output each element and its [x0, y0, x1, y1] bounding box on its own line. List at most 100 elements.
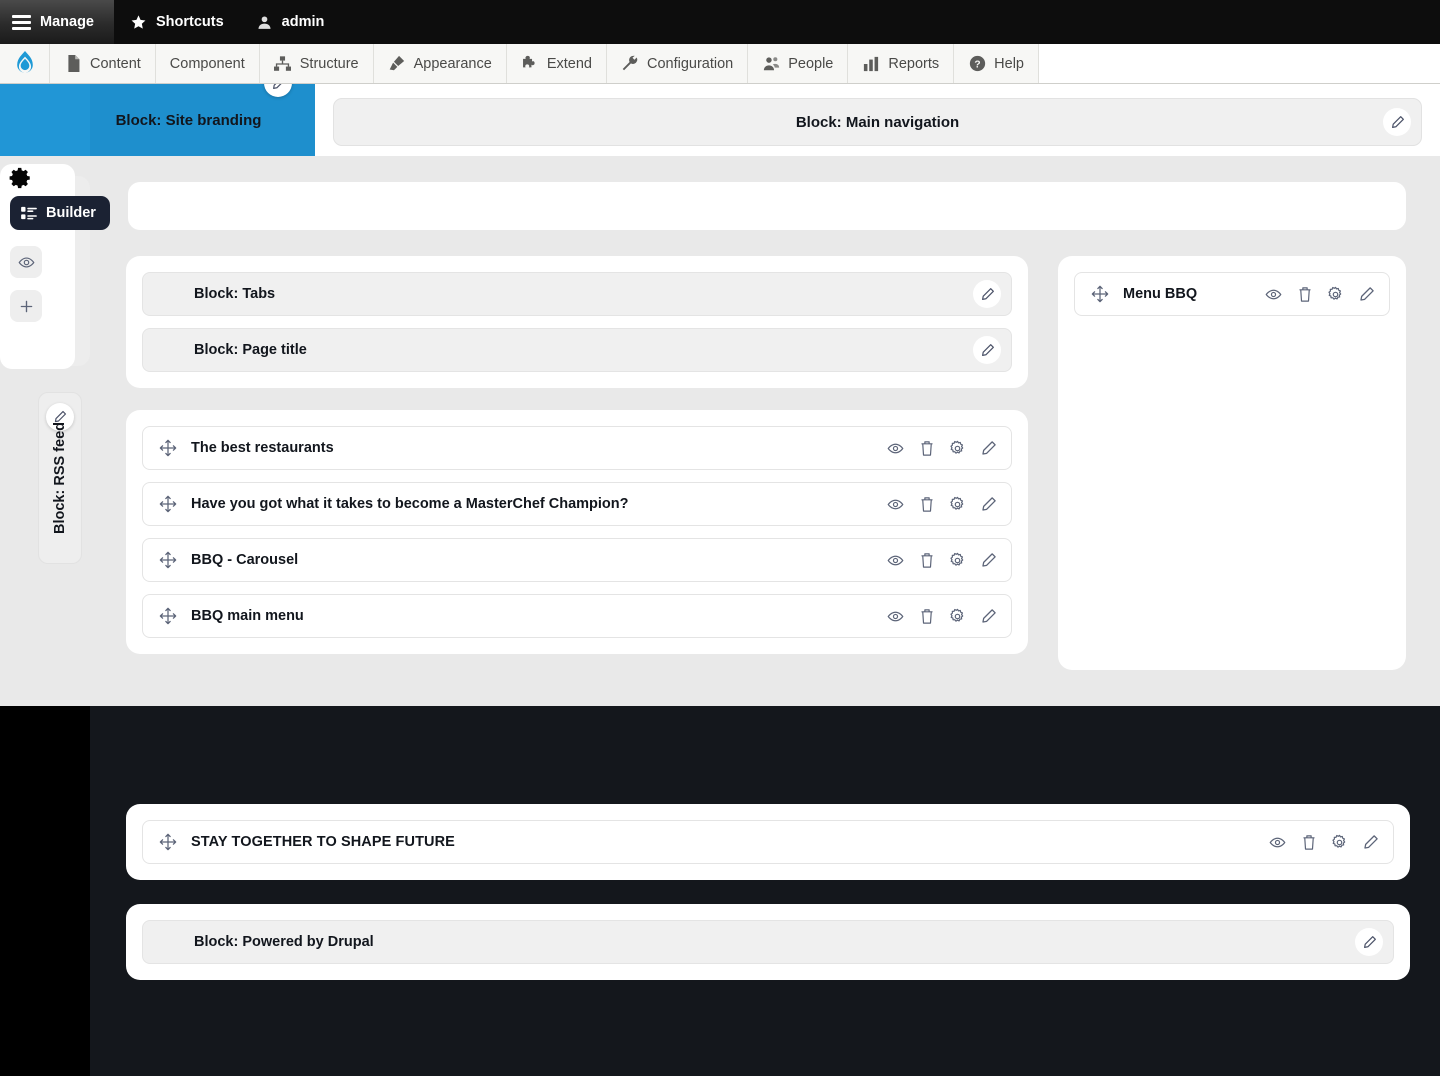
- footer-content: STAY TOGETHER TO SHAPE FUTURE Block: Pow…: [90, 706, 1440, 1076]
- component-row[interactable]: Menu BBQ: [1074, 272, 1390, 316]
- component-row-label: STAY TOGETHER TO SHAPE FUTURE: [191, 834, 455, 850]
- move-icon[interactable]: [159, 551, 177, 569]
- component-row[interactable]: Have you got what it takes to become a M…: [142, 482, 1012, 526]
- drupal-drop-icon[interactable]: [0, 44, 50, 83]
- trash-icon[interactable]: [1300, 834, 1317, 851]
- eye-icon[interactable]: [887, 552, 904, 569]
- gear-icon[interactable]: [949, 608, 966, 625]
- menu-item-structure[interactable]: Structure: [260, 44, 374, 83]
- gear-icon[interactable]: [949, 552, 966, 569]
- trash-icon[interactable]: [918, 552, 935, 569]
- svg-text:?: ?: [974, 59, 980, 70]
- pencil-icon[interactable]: [980, 552, 997, 569]
- header-region: Block: Site branding Block: Main navigat…: [0, 69, 1440, 156]
- gear-icon[interactable]: [1327, 286, 1344, 303]
- pencil-icon[interactable]: [980, 608, 997, 625]
- drupal-menu-bar: Content Component Structure Appearance E…: [0, 44, 1440, 84]
- eye-icon[interactable]: [1265, 286, 1282, 303]
- component-row-label: Menu BBQ: [1123, 286, 1198, 302]
- block-page-title[interactable]: Block: Page title: [142, 328, 1012, 372]
- menu-item-component-label: Component: [169, 55, 245, 72]
- component-row[interactable]: BBQ - Carousel: [142, 538, 1012, 582]
- layout-two-column: Block: Tabs Block: Page title The best r…: [126, 256, 1406, 670]
- component-row-label: The best restaurants: [191, 440, 334, 456]
- eye-icon[interactable]: [887, 440, 904, 457]
- trash-icon[interactable]: [918, 496, 935, 513]
- block-site-branding[interactable]: Block: Site branding: [0, 69, 315, 156]
- move-icon[interactable]: [159, 607, 177, 625]
- menu-item-people-label: People: [788, 55, 834, 72]
- block-main-navigation-label: Block: Main navigation: [795, 113, 960, 131]
- move-icon[interactable]: [159, 833, 177, 851]
- block-rss-feed[interactable]: Block: RSS feed: [38, 392, 82, 564]
- menu-item-component[interactable]: Component: [156, 44, 260, 83]
- move-icon[interactable]: [1091, 285, 1109, 303]
- menu-item-content-label: Content: [90, 55, 141, 72]
- pencil-icon[interactable]: [1358, 286, 1375, 303]
- row-actions: [887, 552, 997, 569]
- content-region: Builder Block: RSS feed Block: Tabs Bloc…: [0, 156, 1440, 706]
- eye-icon[interactable]: [887, 608, 904, 625]
- pencil-icon[interactable]: [1362, 834, 1379, 851]
- layout-builder-canvas: Block: Site branding Block: Main navigat…: [0, 69, 1440, 1080]
- menu-bar-spacer: [1038, 44, 1440, 83]
- block-powered-by-drupal[interactable]: Block: Powered by Drupal: [142, 920, 1394, 964]
- layout-column-side: Menu BBQ: [1058, 256, 1406, 670]
- add-block-button[interactable]: [10, 290, 42, 322]
- gear-icon[interactable]: [949, 440, 966, 457]
- side-blocks-panel: Menu BBQ: [1058, 256, 1406, 670]
- people-icon: [762, 55, 780, 73]
- menu-item-extend[interactable]: Extend: [507, 44, 607, 83]
- block-tabs[interactable]: Block: Tabs: [142, 272, 1012, 316]
- toolbar-item-account[interactable]: admin: [240, 0, 341, 44]
- component-row[interactable]: STAY TOGETHER TO SHAPE FUTURE: [142, 820, 1394, 864]
- content-blocks-panel: The best restaurants Have you got what i…: [126, 410, 1028, 654]
- pencil-icon[interactable]: [973, 336, 1001, 364]
- menu-item-configuration[interactable]: Configuration: [607, 44, 749, 83]
- trash-icon[interactable]: [918, 608, 935, 625]
- plus-icon: [18, 298, 35, 315]
- page-icon: [64, 55, 82, 73]
- empty-region-card[interactable]: [128, 182, 1406, 230]
- block-main-navigation[interactable]: Block: Main navigation: [333, 98, 1422, 146]
- pencil-icon[interactable]: [980, 496, 997, 513]
- pencil-icon[interactable]: [980, 440, 997, 457]
- trash-icon[interactable]: [1296, 286, 1313, 303]
- menu-item-appearance[interactable]: Appearance: [374, 44, 507, 83]
- eye-icon[interactable]: [887, 496, 904, 513]
- menu-item-help-label: Help: [994, 55, 1024, 72]
- eye-icon[interactable]: [1269, 834, 1286, 851]
- layout-column-main: Block: Tabs Block: Page title The best r…: [126, 256, 1028, 654]
- meta-blocks-panel: Block: Tabs Block: Page title: [126, 256, 1028, 388]
- block-tabs-label: Block: Tabs: [194, 286, 276, 302]
- pencil-icon[interactable]: [1355, 928, 1383, 956]
- component-row-label: Have you got what it takes to become a M…: [191, 496, 629, 512]
- preview-button[interactable]: [10, 246, 42, 278]
- gear-icon[interactable]: [1331, 834, 1348, 851]
- eye-icon: [18, 254, 35, 271]
- gear-icon[interactable]: [949, 496, 966, 513]
- footer-left-strip: [0, 706, 90, 1076]
- row-actions: [887, 608, 997, 625]
- pencil-icon[interactable]: [973, 280, 1001, 308]
- menu-item-people[interactable]: People: [748, 44, 849, 83]
- menu-item-configuration-label: Configuration: [646, 55, 734, 72]
- toolbar-item-manage[interactable]: Manage: [0, 0, 114, 44]
- menu-item-content[interactable]: Content: [50, 44, 156, 83]
- move-icon[interactable]: [159, 439, 177, 457]
- menu-item-reports[interactable]: Reports: [848, 44, 955, 83]
- component-row[interactable]: BBQ main menu: [142, 594, 1012, 638]
- user-icon: [256, 14, 273, 31]
- structure-icon: [274, 55, 292, 73]
- menu-item-help[interactable]: ? Help: [954, 44, 1039, 83]
- pencil-icon[interactable]: [1383, 108, 1411, 136]
- gear-icon[interactable]: [2, 160, 38, 196]
- builder-tab[interactable]: Builder: [10, 196, 110, 230]
- component-row[interactable]: The best restaurants: [142, 426, 1012, 470]
- move-icon[interactable]: [159, 495, 177, 513]
- trash-icon[interactable]: [918, 440, 935, 457]
- toolbar-item-shortcuts[interactable]: Shortcuts: [114, 0, 240, 44]
- component-row-label: BBQ main menu: [191, 608, 304, 624]
- question-circle-icon: ?: [968, 55, 986, 73]
- star-icon: [130, 14, 147, 31]
